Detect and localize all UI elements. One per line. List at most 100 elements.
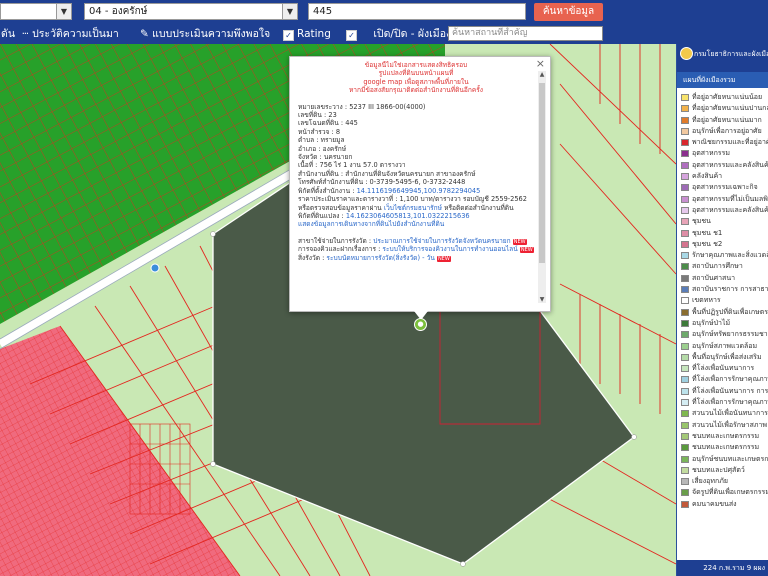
notice-line: google map เพื่อดูสภาพพื้นที่ภายใน	[363, 77, 469, 86]
legend-subtitle: แผนที่ผังเมืองรวม	[683, 76, 736, 84]
legend-swatch	[681, 116, 689, 124]
legend-swatch	[681, 432, 689, 440]
popup-scrollbar[interactable]: ▲ ▼	[538, 71, 546, 303]
legend-header: กรมโยธาธิการและผังเมือง	[677, 44, 768, 72]
survey-cost-link[interactable]: ประมาณการใช้จ่ายในการรังวัดจังหวัดนครนาย…	[373, 237, 510, 245]
legend-item: จัดรูปที่ดินเพื่อเกษตรกรรม	[677, 487, 768, 498]
legend-swatch	[681, 455, 689, 463]
legend-item-label: ที่โล่งเพื่อการรักษาคุณภาพ	[692, 398, 768, 407]
legend-footer-text: 224 ก.พ.ราม 9 ผผง	[703, 564, 765, 572]
legend-item-label: สวนวนไม้เพื่อรักษาสภาพ	[692, 420, 768, 429]
legend-item-label: ชนบทและเกษตรกรรม	[692, 443, 760, 452]
zoning-toggle-label: เปิด/ปิด - ผังเมือง	[373, 28, 452, 40]
legend-swatch	[681, 342, 689, 350]
legend-item-label: คมนาคมขนส่ง	[692, 499, 737, 508]
legend-item: ชุมชน	[677, 216, 768, 227]
legend-item-label: อนุรักษ์ทรัพยากรธรรมชาติ	[692, 330, 768, 339]
district-select[interactable]: 04 - องครักษ์ ▼	[84, 3, 298, 20]
legend-swatch	[681, 478, 689, 486]
legend-item-label: อุตสาหกรรมและคลังสินค้า	[692, 205, 768, 214]
legend-swatch	[681, 274, 689, 282]
info-row: เลขโฉนดที่ดิน : 445	[298, 119, 358, 128]
place-search-input[interactable]: ค้นหาสถานที่สำคัญ	[448, 26, 603, 41]
legend-swatch	[681, 410, 689, 418]
search-button[interactable]: ค้นหาข้อมูล	[534, 3, 603, 21]
route-link[interactable]: แสดงข้อมูลการเดินทางจากที่ดินไปยังสำนักง…	[298, 220, 534, 228]
legend-item-label: จัดรูปที่ดินเพื่อเกษตรกรรม	[692, 488, 768, 497]
legend-swatch	[681, 150, 689, 158]
legend-swatch	[681, 489, 689, 497]
legend-item: ที่โล่งเพื่อนันทนาการ	[677, 363, 768, 374]
legend-item: สวนวนไม้เพื่อนันทนาการ	[677, 408, 768, 419]
legend-item: คลังสินค้า	[677, 171, 768, 182]
info-row: พิกัดที่ตั้งสำนักงาน : 14.1116196649945,…	[298, 186, 481, 195]
legend-swatch	[681, 399, 689, 407]
legend-item: ชุมชน ช2	[677, 239, 768, 250]
legend-item-label: อุตสาหกรรมและคลังสินค้า	[692, 160, 768, 169]
legend-item: อนุรักษ์ป่าไม้	[677, 318, 768, 329]
popup-notice: ข้อมูลนี้ไม่ใช่เอกสารแสดงสิทธิครอบ รูปแป…	[298, 61, 534, 95]
scroll-up-icon[interactable]: ▲	[538, 71, 546, 78]
scroll-thumb[interactable]	[539, 83, 545, 263]
legend-swatch	[681, 444, 689, 452]
legend-title: กรมโยธาธิการและผังเมือง	[694, 50, 768, 58]
rating-label: Rating	[297, 28, 331, 40]
survey-button[interactable]: ✎ แบบประเมินความพึงพอใจ	[140, 27, 270, 41]
legend-item-label: สถาบันการศึกษา	[692, 262, 743, 271]
queue-booking-link[interactable]: ระบบให้บริการจองคิวงานในการทำงานออนไลน์	[382, 245, 517, 253]
history-button[interactable]: ⵈ ประวัติความเป็นมา	[22, 27, 119, 41]
legend-list: ที่อยู่อาศัยหนาแน่นน้อยที่อยู่อาศัยหนาแน…	[677, 92, 768, 510]
legend-item-label: รักษาคุณภาพและสิ่งแวดล้อม	[692, 251, 768, 260]
zoning-toggle[interactable]: ✓ เปิด/ปิด - ผังเมือง	[346, 27, 451, 41]
legend-item: พื้นที่ปฏิรูปที่ดินเพื่อเกษตรกรรม	[677, 307, 768, 318]
legend-swatch	[681, 184, 689, 192]
legend-swatch	[681, 319, 689, 327]
new-badge: NEW	[519, 247, 534, 254]
parcel-coord-link[interactable]: 14.1623064605813,101.0322215636	[346, 212, 470, 220]
checkbox-icon[interactable]: ✓	[346, 30, 357, 41]
new-badge: NEW	[512, 238, 527, 245]
toolbar-item-first[interactable]: ดัน	[1, 27, 15, 41]
legend-item-label: อุตสาหกรรมที่ไม่เป็นมลพิษ	[692, 194, 768, 203]
legend-swatch	[681, 229, 689, 237]
notice-line: รูปแปลงที่ดินบนหน้าแผนที่	[378, 69, 454, 78]
info-row: หน้าสำรวจ : 8	[298, 127, 341, 136]
rating-button[interactable]: ✓ Rating	[283, 27, 331, 41]
new-badge: NEW	[436, 255, 451, 262]
legend-item: สถาบันศาสนา	[677, 273, 768, 284]
scroll-down-icon[interactable]: ▼	[538, 296, 546, 303]
legend-item-label: ที่อยู่อาศัยหนาแน่นมาก	[692, 115, 762, 124]
chevron-down-icon[interactable]: ▼	[282, 4, 297, 19]
legend-item-label: ที่อยู่อาศัยหนาแน่นน้อย	[692, 93, 763, 101]
legend-item-label: ชนบทและเกษตรกรรม	[692, 431, 760, 440]
legend-item-label: สวนวนไม้เพื่อนันทนาการ	[692, 409, 768, 418]
treasury-link[interactable]: เว็บไซต์กรมธนารักษ์	[384, 204, 442, 212]
legend-swatch	[681, 252, 689, 260]
info-row: สิ่งรังวัด : ระบบนัดหมายการรังวัด(สิ่งรั…	[298, 253, 451, 262]
legend-item: สถาบันราชการ การสาธารณูปโภค	[677, 284, 768, 295]
location-pin-icon[interactable]	[150, 263, 160, 273]
province-select[interactable]: ▼	[0, 3, 72, 20]
office-coord-link[interactable]: 14.1116196649945,100.9782294045	[357, 187, 481, 195]
legend-swatch	[681, 297, 689, 305]
chevron-down-icon[interactable]: ▼	[56, 4, 71, 19]
legend-swatch	[681, 376, 689, 384]
legend-item: ที่อยู่อาศัยหนาแน่นปานกลาง	[677, 103, 768, 114]
legend-swatch	[681, 500, 689, 508]
search-bar: ▼ 04 - องครักษ์ ▼ 445 ค้นหาข้อมูล	[0, 0, 768, 24]
legend-item: สถาบันการศึกษา	[677, 261, 768, 272]
legend-swatch	[681, 139, 689, 147]
legend-item-label: พื้นที่ปฏิรูปที่ดินเพื่อเกษตรกรรม	[692, 307, 768, 316]
legend-subheader: แผนที่ผังเมืองรวม	[677, 72, 768, 88]
legend-item-label: ที่อยู่อาศัยหนาแน่นปานกลาง	[692, 104, 768, 113]
legend-swatch	[681, 286, 689, 294]
legend-item: พื้นที่อนุรักษ์เพื่อส่งเสริม	[677, 352, 768, 363]
appointment-link[interactable]: ระบบนัดหมายการรังวัด(สิ่งรังวัด) - วัน	[326, 254, 434, 262]
close-icon[interactable]: ×	[536, 57, 545, 70]
legend-item: ที่โล่งเพื่อนันทนาการ การ	[677, 386, 768, 397]
legend-item: ชนบทและปศุสัตว์	[677, 465, 768, 476]
legend-item-label: ที่โล่งเพื่อนันทนาการ การ	[692, 386, 768, 395]
legend-footer: 224 ก.พ.ราม 9 ผผง	[677, 560, 768, 576]
parcel-number-input[interactable]: 445	[308, 3, 526, 20]
map-pin-icon[interactable]: ●	[414, 318, 427, 331]
